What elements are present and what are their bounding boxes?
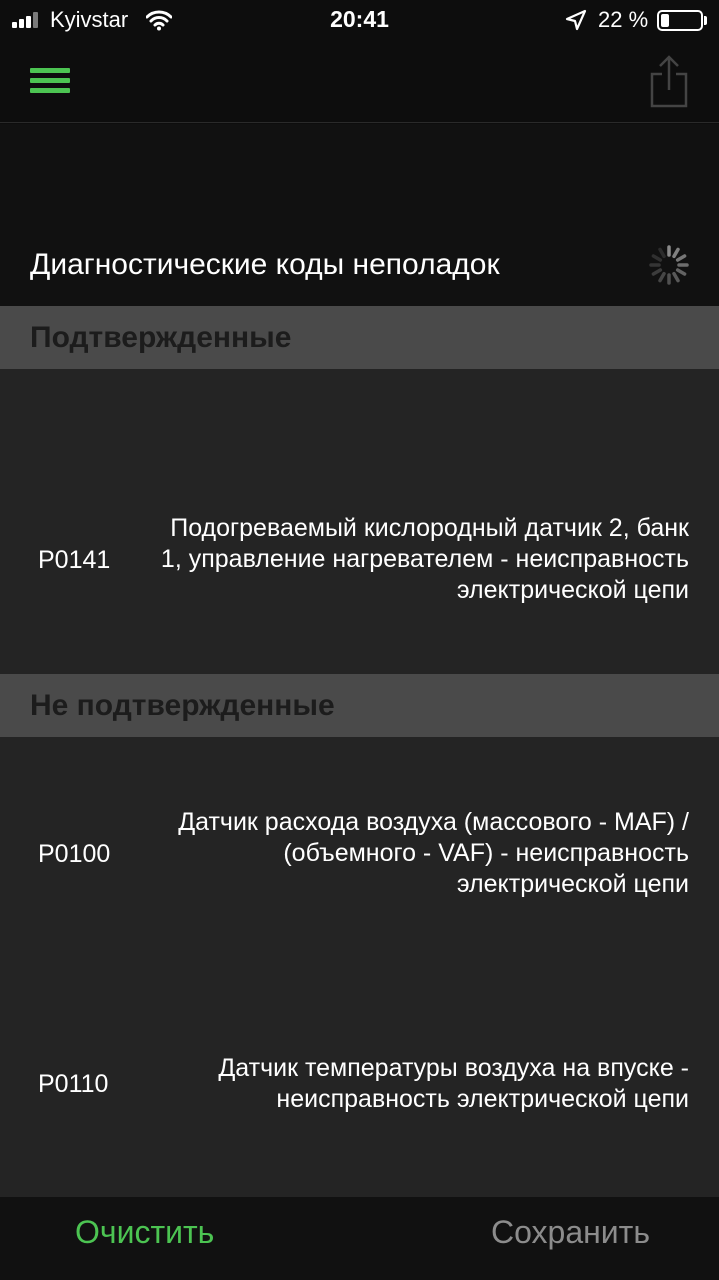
hamburger-menu-icon[interactable] — [30, 68, 70, 94]
dtc-row[interactable]: P0110 Датчик температуры воздуха на впус… — [0, 962, 719, 1197]
dtc-code: P0141 — [38, 546, 111, 574]
save-button[interactable]: Сохранить — [491, 1214, 650, 1251]
section-header-unconfirmed: Не подтвержденные — [0, 674, 719, 737]
clear-button[interactable]: Очистить — [75, 1214, 214, 1251]
dtc-description: Датчик температуры воздуха на впуске - н… — [218, 1054, 689, 1113]
loading-spinner-icon — [649, 245, 689, 285]
battery-tip — [704, 16, 707, 25]
navigation-bar — [0, 40, 719, 123]
section-header-label: Не подтвержденные — [30, 689, 335, 722]
section-header-label: Подтвержденные — [30, 321, 292, 354]
bottom-toolbar: Очистить Сохранить — [0, 1197, 719, 1280]
title-area: Диагностические коды неполадок — [0, 124, 719, 306]
location-arrow-icon — [565, 9, 587, 31]
section-header-confirmed: Подтвержденные — [0, 306, 719, 369]
status-bar: Kyivstar 20:41 22 % — [0, 0, 719, 40]
dtc-code: P0100 — [38, 840, 111, 868]
battery-icon — [657, 10, 703, 31]
dtc-row[interactable]: P0141 Подогреваемый кислородный датчик 2… — [0, 369, 719, 674]
battery-level-fill — [661, 14, 669, 27]
dtc-description: Подогреваемый кислородный датчик 2, банк… — [160, 514, 689, 604]
page-title: Диагностические коды неполадок — [30, 248, 500, 281]
dtc-row[interactable]: P0100 Датчик расхода воздуха (массового … — [0, 737, 719, 962]
share-icon[interactable] — [648, 54, 690, 108]
battery-percent: 22 % — [598, 7, 649, 32]
dtc-description: Датчик расхода воздуха (массового - MAF)… — [178, 808, 689, 898]
dtc-code: P0110 — [38, 1070, 109, 1098]
